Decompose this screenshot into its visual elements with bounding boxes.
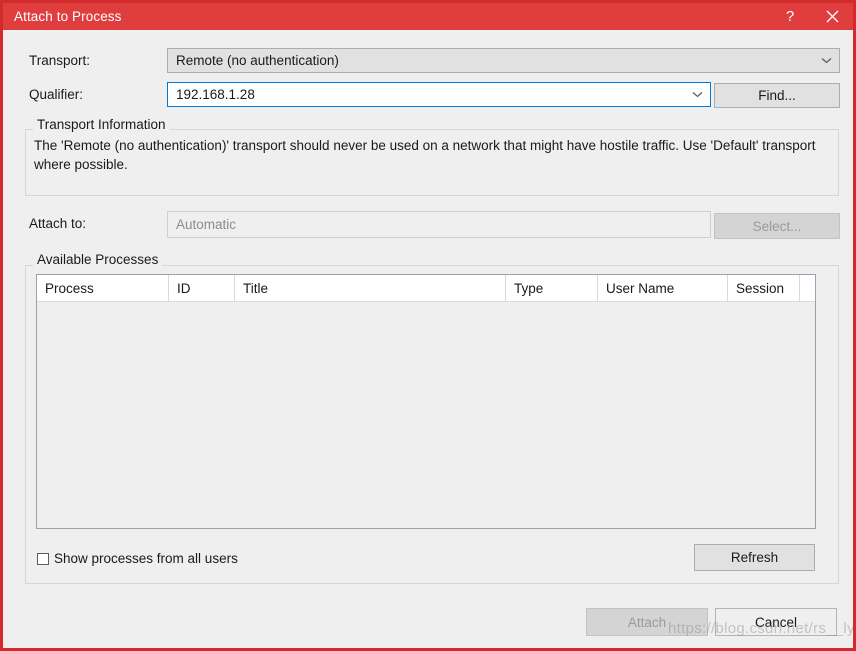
qualifier-label: Qualifier: [29,87,84,102]
transport-value: Remote (no authentication) [176,53,339,68]
qualifier-value[interactable]: 192.168.1.28 [176,87,684,102]
attach-to-label: Attach to: [29,216,87,231]
available-processes-title: Available Processes [33,252,163,267]
transport-information-title: Transport Information [33,117,170,132]
select-button: Select... [714,213,840,239]
cancel-button[interactable]: Cancel [715,608,837,636]
help-button[interactable]: ? [769,3,811,30]
qualifier-combobox[interactable]: 192.168.1.28 [167,82,711,107]
attach-to-field: Automatic [167,211,711,238]
show-all-users-row[interactable]: Show processes from all users [37,551,238,566]
column-header-filler [800,275,815,301]
transport-combobox[interactable]: Remote (no authentication) [167,48,840,73]
show-all-users-label: Show processes from all users [54,551,238,566]
transport-label: Transport: [29,53,91,68]
question-mark-icon: ? [785,8,795,25]
attach-button: Attach [586,608,708,636]
column-header-id[interactable]: ID [169,275,235,301]
processes-listview[interactable]: Process ID Title Type User Name Session [36,274,816,529]
find-button[interactable]: Find... [714,83,840,108]
close-icon [826,10,838,23]
attach-to-process-dialog: Attach to Process ? Transport: Remote (n… [0,0,856,651]
show-all-users-checkbox[interactable] [37,552,49,565]
column-header-process[interactable]: Process [37,275,169,301]
title-bar: Attach to Process ? [3,3,853,30]
processes-table-body[interactable] [37,302,815,528]
refresh-button[interactable]: Refresh [694,544,815,571]
processes-table-header: Process ID Title Type User Name Session [37,275,815,302]
column-header-title[interactable]: Title [235,275,506,301]
column-header-type[interactable]: Type [506,275,598,301]
close-button[interactable] [811,3,853,30]
column-header-user-name[interactable]: User Name [598,275,728,301]
transport-information-text: The 'Remote (no authentication)' transpo… [34,138,816,172]
attach-to-value: Automatic [176,217,237,232]
chevron-down-icon[interactable] [684,91,710,98]
column-header-session[interactable]: Session [728,275,800,301]
window-title: Attach to Process [14,9,122,24]
chevron-down-icon [813,57,839,64]
